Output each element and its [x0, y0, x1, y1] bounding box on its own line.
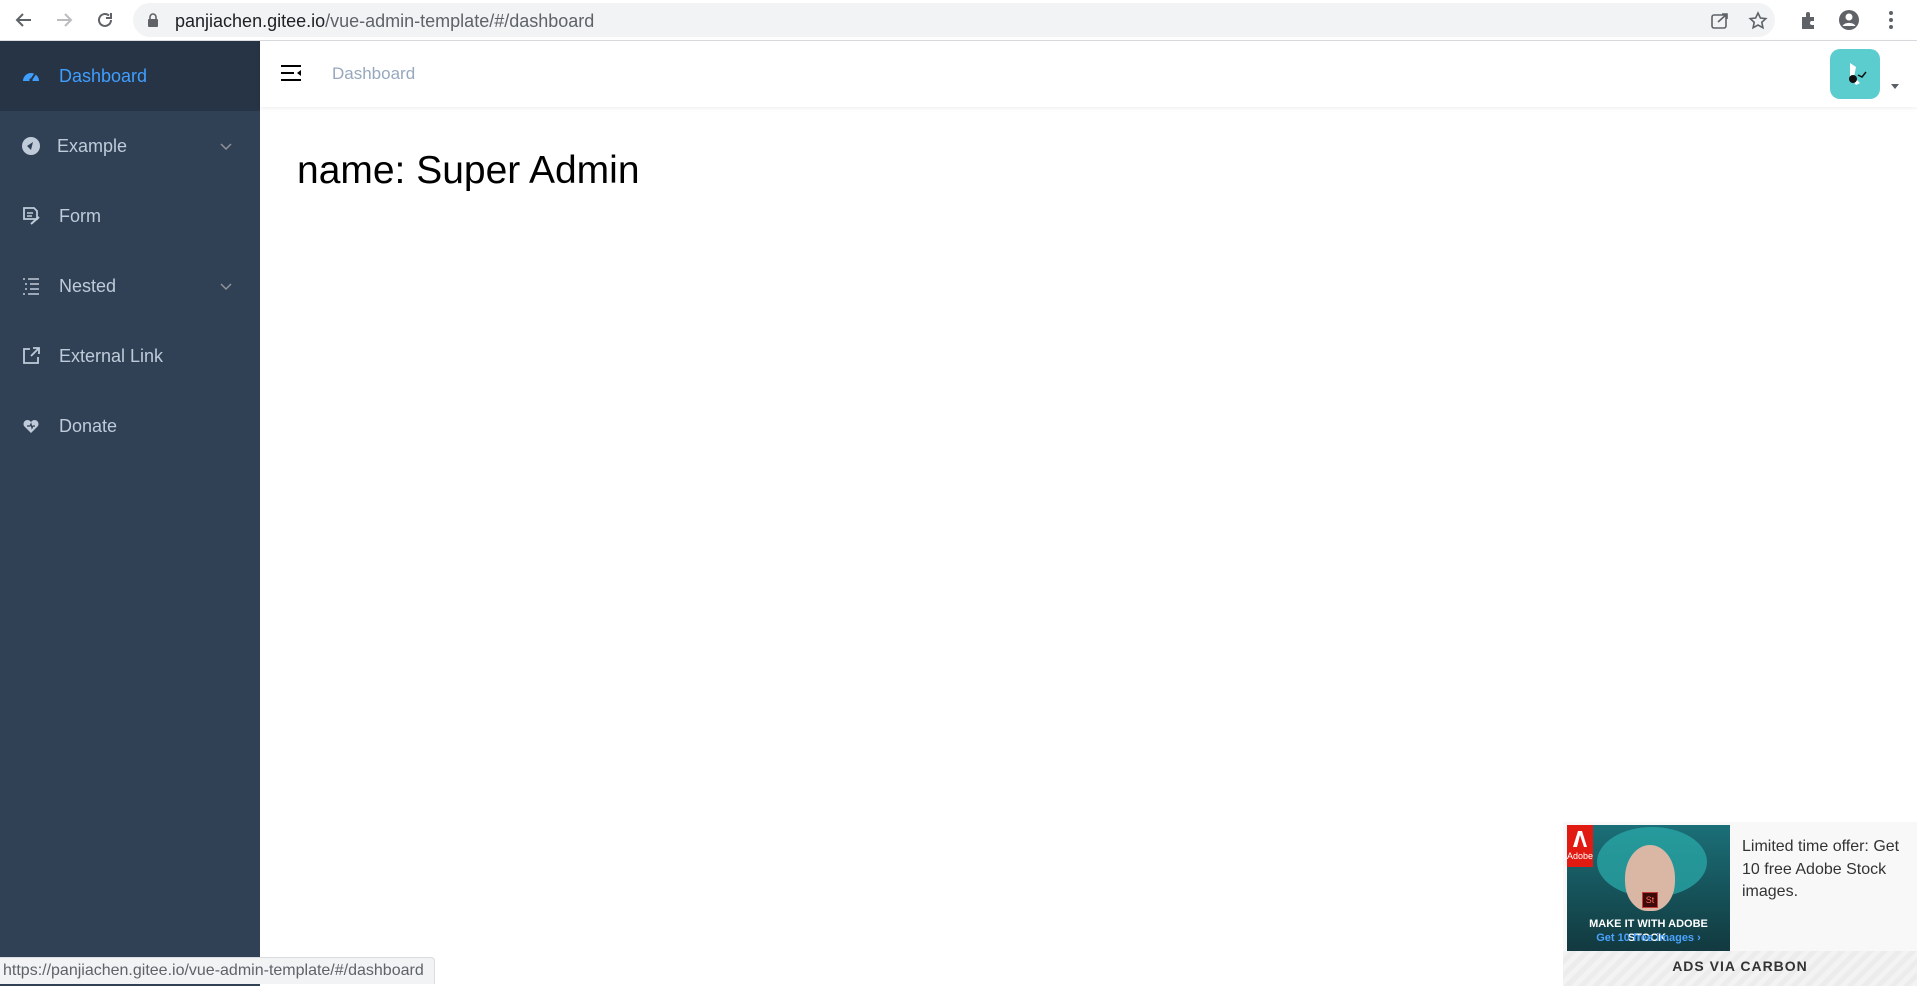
hamburger-toggle-icon[interactable] [280, 62, 302, 84]
sidebar-item-dashboard[interactable]: Dashboard [0, 41, 260, 111]
forward-arrow-icon [57, 13, 73, 27]
sidebar-item-label: Donate [59, 415, 118, 436]
ad-image[interactable]: Adobe St MAKE IT WITH ADOBE STOCK. Get 1… [1567, 825, 1730, 951]
carbon-ad: Adobe St MAKE IT WITH ADOBE STOCK. Get 1… [1563, 822, 1917, 986]
example-icon [22, 137, 40, 155]
sidebar-item-example[interactable]: Example [0, 111, 260, 181]
sidebar-item-nested[interactable]: Nested [0, 251, 260, 321]
caret-down-icon[interactable] [1890, 82, 1900, 90]
back-arrow-icon [15, 13, 31, 27]
sidebar-item-label: Form [59, 205, 101, 226]
chevron-down-icon [220, 143, 232, 151]
ads-via-carbon-link[interactable]: ADS VIA CARBON [1563, 951, 1917, 986]
chevron-down-icon [220, 283, 232, 291]
sidebar-item-label: Nested [59, 275, 117, 296]
browser-toolbar: panjiachen.gitee.io/vue-admin-template/#… [0, 0, 1917, 41]
ad-text-link[interactable]: Limited time offer: Get 10 free Adobe St… [1742, 836, 1912, 904]
adobe-logo-icon [1573, 831, 1587, 847]
adobe-stock-badge: St [1642, 892, 1658, 908]
dashboard-text: name: Super Admin [297, 149, 640, 192]
extensions-puzzle-icon[interactable] [1798, 9, 1820, 31]
chrome-menu-icon[interactable] [1880, 9, 1902, 31]
breadcrumb: Dashboard [332, 64, 415, 84]
browser-status-bar: https://panjiachen.gitee.io/vue-admin-te… [0, 957, 435, 984]
sidebar-item-label: Dashboard [59, 65, 148, 86]
external-link-icon [23, 347, 40, 364]
forward-button[interactable] [50, 6, 78, 34]
url-text[interactable]: panjiachen.gitee.io/vue-admin-template/#… [175, 11, 594, 31]
bookmark-star-icon[interactable] [1747, 10, 1769, 32]
lock-icon [148, 13, 158, 27]
sidebar-item-label: External Link [59, 345, 164, 366]
avatar-image-icon [1849, 63, 1867, 85]
address-bar[interactable]: panjiachen.gitee.io/vue-admin-template/#… [133, 3, 1775, 37]
sidebar: Dashboard Example Form Nested External L… [0, 41, 260, 986]
share-icon[interactable] [1709, 10, 1731, 32]
donate-heart-icon [23, 419, 39, 433]
profile-avatar-icon[interactable] [1838, 9, 1860, 31]
nested-list-icon [23, 278, 39, 295]
avatar[interactable] [1830, 49, 1880, 99]
back-button[interactable] [10, 6, 38, 34]
ad-image-cta: Get 10 free images › [1596, 932, 1701, 944]
sidebar-item-label: Example [57, 135, 128, 156]
dashboard-icon [23, 73, 39, 82]
navbar: Dashboard [260, 41, 1917, 107]
breadcrumb-item-dashboard: Dashboard [332, 64, 416, 83]
sidebar-item-external-link[interactable]: External Link [0, 321, 260, 391]
sidebar-item-form[interactable]: Form [0, 181, 260, 251]
url-host: panjiachen.gitee.io [175, 11, 326, 31]
adobe-logo-text: Adobe [1567, 851, 1594, 861]
reload-button[interactable] [91, 6, 119, 34]
url-path: /vue-admin-template/#/dashboard [325, 11, 595, 31]
sidebar-item-donate[interactable]: Donate [0, 391, 260, 461]
form-icon [23, 207, 40, 225]
reload-icon [98, 12, 112, 27]
adobe-logo: Adobe [1567, 825, 1593, 867]
